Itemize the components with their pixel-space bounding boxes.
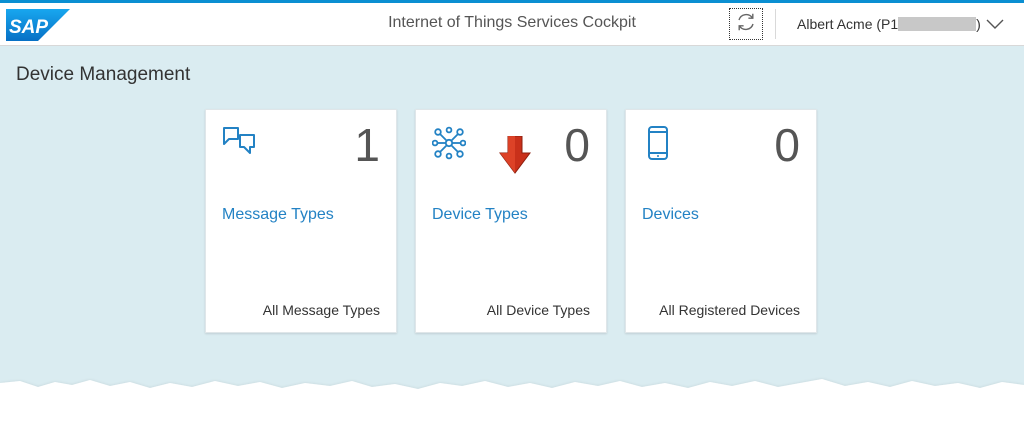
refresh-button[interactable]	[729, 8, 763, 40]
redacted-block	[898, 17, 977, 31]
tile-title: Devices	[642, 206, 699, 223]
torn-edge-decoration	[0, 379, 1024, 425]
message-bubbles-icon	[222, 126, 256, 165]
tile-count: 1	[354, 119, 380, 171]
page-title: Device Management	[16, 64, 191, 85]
mobile-device-icon	[642, 126, 676, 165]
tile-count: 0	[774, 119, 800, 171]
network-nodes-icon	[431, 126, 467, 165]
shell-bar: SAP Internet of Things Services Cockpit …	[0, 3, 1024, 46]
user-menu[interactable]: Albert Acme (P1)	[797, 16, 981, 32]
header-separator	[775, 9, 776, 39]
tile-footer: All Device Types	[486, 302, 590, 318]
tile-footer: All Message Types	[262, 302, 380, 318]
tile-count: 0	[564, 119, 590, 171]
annotation-arrow-icon	[498, 135, 532, 181]
tile-message-types[interactable]: 1 Message Types All Message Types	[205, 109, 397, 333]
tile-footer: All Registered Devices	[659, 302, 800, 318]
tile-title: Device Types	[432, 206, 528, 223]
chevron-down-icon[interactable]	[986, 17, 1004, 35]
user-name-prefix: Albert Acme (P1	[797, 16, 899, 32]
tile-devices[interactable]: 0 Devices All Registered Devices	[625, 109, 817, 333]
user-name-suffix: )	[976, 16, 981, 32]
tile-title: Message Types	[222, 206, 334, 223]
refresh-icon	[735, 11, 757, 38]
